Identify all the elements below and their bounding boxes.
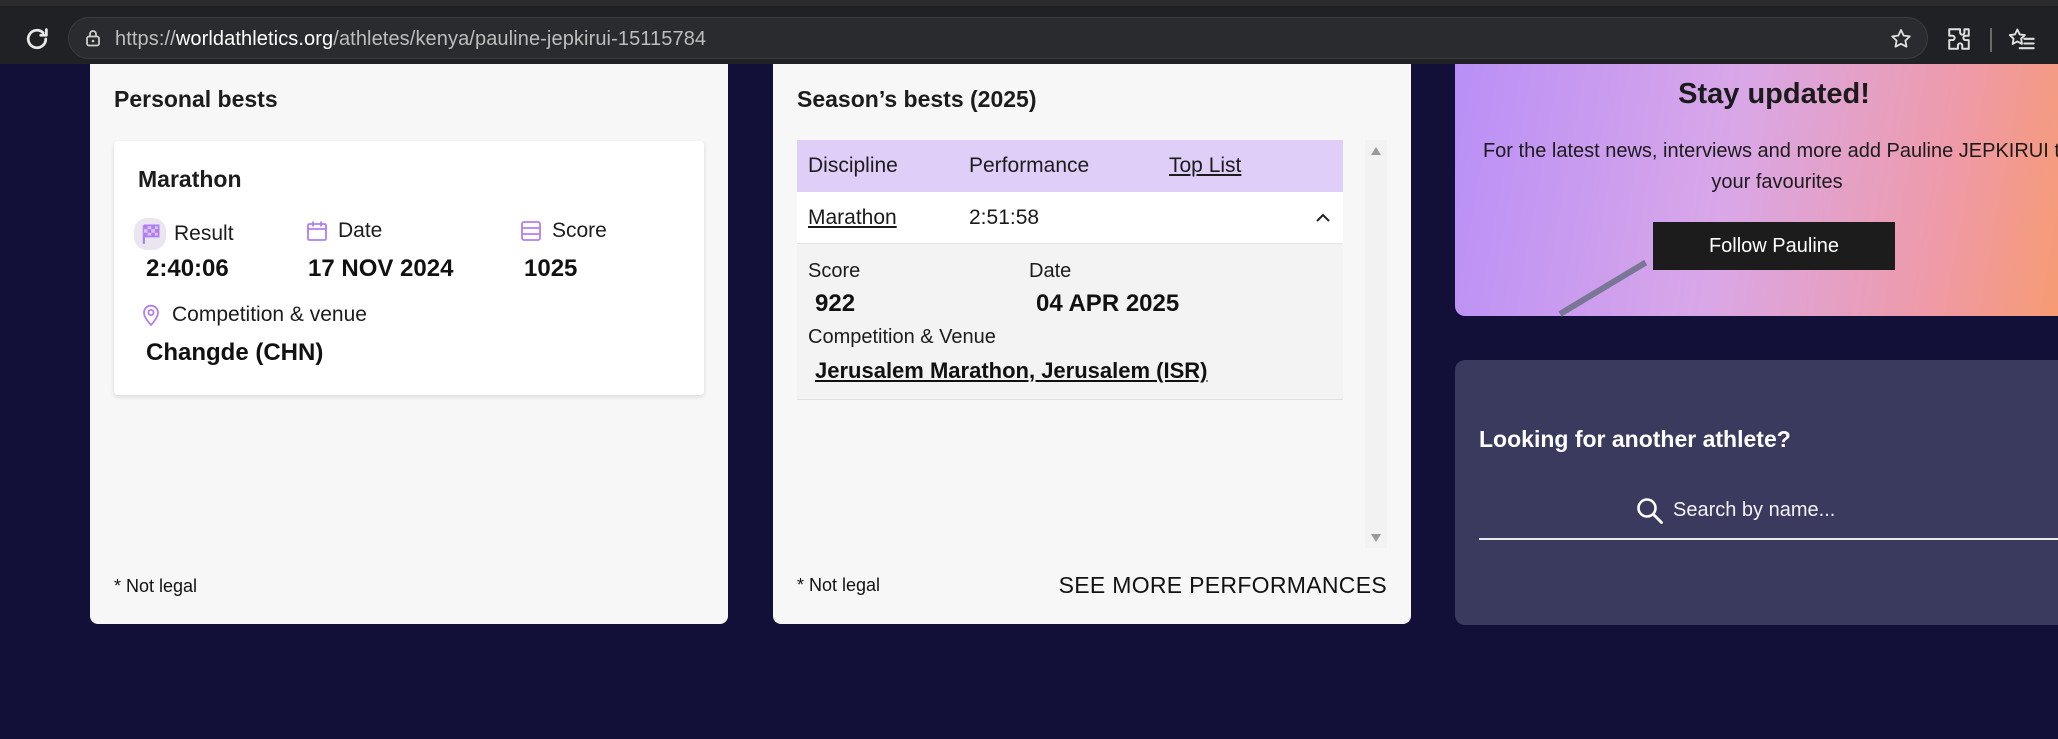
row-detail: Score 922 Date 04 APR 2025 Competition &…	[797, 244, 1343, 400]
venue-link[interactable]: Jerusalem Marathon, Jerusalem (ISR)	[815, 358, 1207, 384]
promo-text: For the latest news, interviews and more…	[1482, 140, 2058, 193]
pb-discipline: Marathon	[138, 166, 242, 192]
scroll-up-arrow-icon[interactable]	[1371, 147, 1381, 155]
calendar-icon	[307, 221, 327, 241]
extensions-icon[interactable]	[1946, 26, 1972, 52]
season-bests-table: Discipline Performance Top List Marathon…	[797, 140, 1343, 400]
scroll-down-arrow-icon[interactable]	[1371, 534, 1381, 542]
column-performance: Performance	[969, 154, 1090, 177]
detail-score-label: Score	[808, 260, 861, 282]
detail-venue-label: Competition & Venue	[808, 326, 996, 348]
pb-not-legal-footnote: * Not legal	[114, 576, 198, 596]
detail-date-label: Date	[1029, 260, 1072, 282]
result-value: 2:40:06	[146, 255, 229, 282]
detail-score-value: 922	[815, 290, 856, 317]
see-more-performances-link[interactable]: SEE MORE PERFORMANCES	[1059, 572, 1387, 599]
follow-promo-card: Stay updated! For the latest news, inter…	[1455, 64, 2058, 316]
site-info-icon[interactable]	[83, 28, 103, 48]
chevron-up-icon[interactable]	[1315, 212, 1331, 224]
table-header: Discipline Performance Top List	[797, 140, 1343, 192]
bookmark-star-icon[interactable]	[1889, 27, 1913, 51]
search-icon	[1637, 498, 1663, 524]
url-text: https://worldathletics.org/athletes/keny…	[115, 28, 707, 50]
table-scrollbar[interactable]	[1365, 140, 1387, 548]
season-bests-card: Season’s bests (2025) Discipline Perform…	[773, 64, 1411, 624]
search-input[interactable]	[1673, 492, 2053, 528]
table-row[interactable]: Marathon 2:51:58	[797, 192, 1343, 244]
athlete-search-card: Looking for another athlete?	[1455, 360, 2058, 625]
personal-bests-title: Personal bests	[114, 86, 278, 112]
venue-value: Changde (CHN)	[146, 339, 324, 366]
score-value: 1025	[524, 255, 578, 282]
score-label: Score	[518, 218, 607, 244]
detail-date-value: 04 APR 2025	[1036, 290, 1180, 317]
search-title: Looking for another athlete?	[1479, 426, 1791, 452]
sb-not-legal-footnote: * Not legal	[797, 575, 881, 595]
toolbar-separator	[1990, 28, 1992, 52]
column-discipline: Discipline	[808, 154, 898, 177]
personal-best-entry: Marathon Result 2:40:06 Date 17 NOV 2024	[114, 141, 704, 395]
location-pin-icon	[143, 304, 159, 327]
venue-label: Competition & venue	[138, 302, 367, 328]
score-sheet-icon	[521, 221, 541, 241]
season-bests-title: Season’s bests (2025)	[797, 86, 1037, 112]
date-label: Date	[304, 218, 382, 244]
browser-toolbar: https://worldathletics.org/athletes/keny…	[0, 0, 2058, 64]
result-label: Result	[134, 218, 234, 250]
reload-icon[interactable]	[22, 24, 52, 54]
discipline-link[interactable]: Marathon	[808, 206, 897, 230]
favorites-icon[interactable]	[2008, 26, 2036, 54]
follow-athlete-button[interactable]: Follow Pauline	[1653, 222, 1895, 270]
search-box	[1479, 482, 2058, 540]
address-bar[interactable]: https://worldathletics.org/athletes/keny…	[68, 17, 1928, 59]
date-value: 17 NOV 2024	[308, 255, 454, 282]
finish-flag-icon	[134, 218, 166, 250]
personal-bests-card: Personal bests Marathon Result 2:40:06 D…	[90, 64, 728, 624]
top-list-link[interactable]: Top List	[1169, 154, 1241, 178]
promo-title: Stay updated!	[1678, 78, 1870, 110]
performance-value: 2:51:58	[969, 206, 1040, 229]
